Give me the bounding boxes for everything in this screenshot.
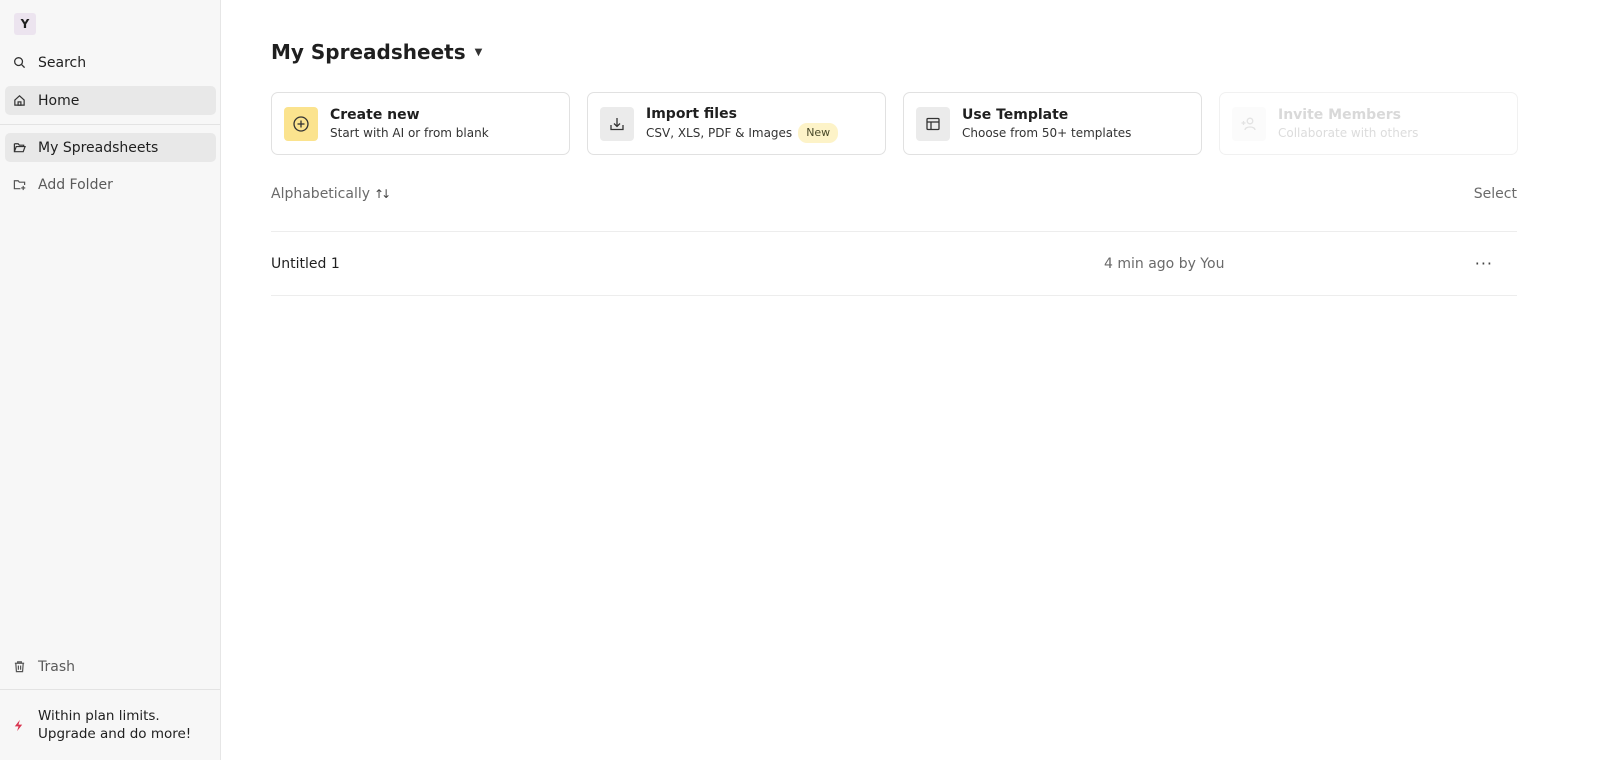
action-cards: Create new Start with AI or from blank I… — [271, 92, 1518, 155]
list-toolbar: Alphabetically ↑↓ Select — [271, 186, 1517, 202]
list-item[interactable]: Untitled 1 4 min ago by You ··· — [271, 232, 1517, 296]
sidebar-item-label: My Spreadsheets — [38, 139, 159, 156]
folder-plus-icon — [12, 178, 26, 192]
card-text: Import files CSV, XLS, PDF & Images New — [646, 105, 839, 143]
card-text: Use Template Choose from 50+ templates — [962, 106, 1131, 142]
card-subtitle: Collaborate with others — [1278, 124, 1418, 142]
use-template-card[interactable]: Use Template Choose from 50+ templates — [903, 92, 1202, 155]
sort-label: Alphabetically — [271, 186, 371, 202]
main-content: My Spreadsheets ▼ Create new Start with … — [221, 0, 1600, 760]
create-new-card[interactable]: Create new Start with AI or from blank — [271, 92, 570, 155]
more-options-icon[interactable]: ··· — [1475, 254, 1493, 273]
card-subtitle: Choose from 50+ templates — [962, 124, 1131, 142]
plus-circle-icon — [284, 106, 318, 141]
sidebar-item-label: Trash — [38, 658, 75, 675]
sidebar-item-trash[interactable]: Trash — [5, 652, 216, 681]
card-subtitle: CSV, XLS, PDF & Images New — [646, 122, 839, 143]
sidebar-item-search[interactable]: Search — [5, 48, 216, 77]
import-icon — [600, 106, 634, 141]
upgrade-line-2: Upgrade and do more! — [38, 726, 192, 742]
sidebar-item-label: Search — [38, 54, 87, 71]
sort-arrows-icon: ↑↓ — [374, 187, 391, 201]
invite-members-card: Invite Members Collaborate with others — [1219, 92, 1518, 155]
workspace-avatar[interactable]: Y — [14, 13, 36, 35]
sidebar: Y Search Home My Spreadsheets Add Folder… — [0, 0, 221, 760]
page-title-dropdown[interactable]: My Spreadsheets ▼ — [271, 40, 482, 64]
card-title: Import files — [646, 105, 737, 122]
user-plus-icon — [1232, 106, 1266, 141]
card-subtitle-text: Choose from 50+ templates — [962, 125, 1132, 140]
new-badge: New — [798, 122, 839, 143]
trash-icon — [12, 660, 26, 674]
sidebar-divider — [0, 124, 220, 125]
sort-button[interactable]: Alphabetically ↑↓ — [271, 186, 391, 202]
card-title: Invite Members — [1278, 106, 1401, 123]
card-subtitle-text: Collaborate with others — [1278, 125, 1419, 140]
template-icon — [916, 106, 950, 141]
file-meta: 4 min ago by You — [1104, 255, 1225, 272]
card-title: Create new — [330, 106, 420, 123]
sidebar-item-home[interactable]: Home — [5, 86, 216, 115]
caret-down-icon: ▼ — [474, 46, 483, 58]
search-icon — [12, 56, 26, 70]
card-text: Create new Start with AI or from blank — [330, 106, 489, 142]
sidebar-item-label: Home — [38, 92, 80, 109]
folder-open-icon — [12, 141, 26, 155]
select-button[interactable]: Select — [1474, 186, 1517, 202]
import-files-card[interactable]: Import files CSV, XLS, PDF & Images New — [587, 92, 886, 155]
upgrade-line-1: Within plan limits. — [38, 708, 160, 724]
home-icon — [12, 94, 26, 108]
card-text: Invite Members Collaborate with others — [1278, 106, 1418, 142]
spreadsheet-list: Untitled 1 4 min ago by You ··· — [271, 231, 1517, 296]
card-subtitle-text: CSV, XLS, PDF & Images — [646, 125, 793, 140]
file-name: Untitled 1 — [271, 255, 340, 272]
upgrade-banner[interactable]: Within plan limits. Upgrade and do more! — [0, 690, 220, 760]
sidebar-item-my-spreadsheets[interactable]: My Spreadsheets — [5, 133, 216, 162]
sidebar-item-add-folder[interactable]: Add Folder — [5, 170, 216, 199]
card-subtitle: Start with AI or from blank — [330, 124, 489, 142]
card-subtitle-text: Start with AI or from blank — [330, 125, 489, 140]
lightning-icon — [12, 719, 26, 732]
page-title: My Spreadsheets — [271, 40, 466, 64]
upgrade-text: Within plan limits. Upgrade and do more! — [38, 707, 191, 743]
card-title: Use Template — [962, 106, 1069, 123]
sidebar-item-label: Add Folder — [38, 176, 113, 193]
